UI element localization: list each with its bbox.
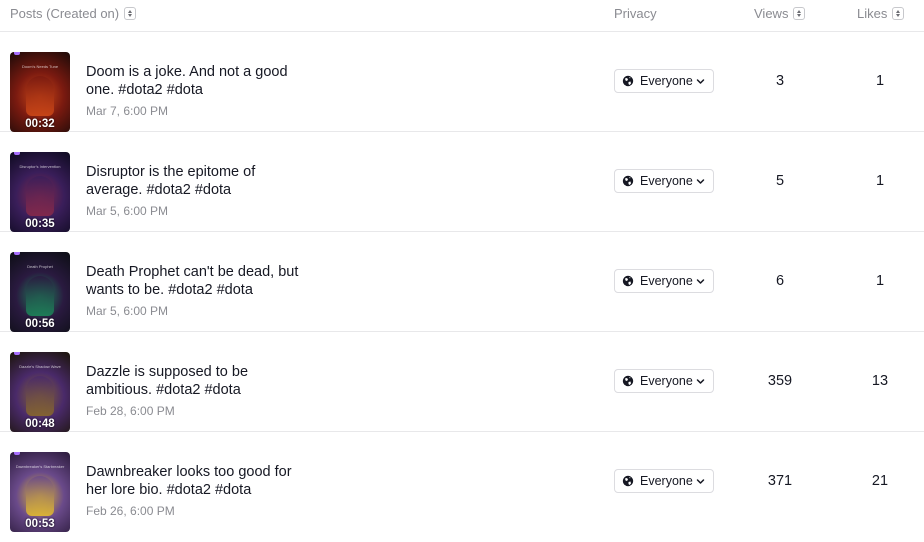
thumbnail-figure: [26, 176, 54, 216]
thumbnail-figure: [26, 276, 54, 316]
post-date: Mar 5, 6:00 PM: [86, 204, 169, 218]
views-column-header[interactable]: Views: [754, 6, 806, 21]
privacy-dropdown[interactable]: Everyone: [614, 269, 714, 293]
pin-marker: [14, 52, 20, 55]
privacy-dropdown[interactable]: Everyone: [614, 169, 714, 193]
thumbnail-caption: Dawnbreaker's Starbreaker: [15, 464, 65, 469]
likes-count: 1: [875, 173, 885, 189]
chevron-down-icon: [696, 179, 705, 184]
thumbnail-figure: [26, 376, 54, 416]
table-row[interactable]: Dazzle's Shadow Wave 00:48 Dazzle is sup…: [0, 332, 924, 432]
posts-column-header[interactable]: Posts (Created on): [10, 6, 137, 21]
privacy-dropdown[interactable]: Everyone: [614, 369, 714, 393]
table-row[interactable]: Dawnbreaker's Starbreaker 00:53 Dawnbrea…: [0, 432, 924, 532]
views-count: 5: [775, 173, 785, 189]
table-row[interactable]: Death Prophet 00:56 Death Prophet can't …: [0, 232, 924, 332]
chevron-down-icon: [696, 379, 705, 384]
table-header: Posts (Created on) Privacy Views Likes: [0, 0, 924, 32]
chevron-down-icon: [696, 279, 705, 284]
post-title[interactable]: Disruptor is the epitome of average. #do…: [86, 163, 306, 199]
privacy-label: Everyone: [640, 174, 693, 188]
video-thumbnail[interactable]: Death Prophet 00:56: [10, 252, 70, 332]
likes-column-label: Likes: [857, 6, 888, 21]
post-date: Mar 7, 6:00 PM: [86, 104, 169, 118]
views-count: 371: [767, 473, 793, 489]
likes-count: 13: [871, 373, 889, 389]
table-row[interactable]: Doom's Needs Tune 00:32 Doom is a joke. …: [0, 32, 924, 132]
thumbnail-caption: Disruptor's Intervention: [19, 164, 61, 169]
post-date: Mar 5, 6:00 PM: [86, 304, 169, 318]
likes-column-header[interactable]: Likes: [857, 6, 905, 21]
privacy-dropdown[interactable]: Everyone: [614, 469, 714, 493]
video-duration: 00:35: [25, 218, 55, 230]
globe-icon: [622, 375, 634, 387]
privacy-label: Everyone: [640, 374, 693, 388]
chevron-down-icon: [696, 79, 705, 84]
privacy-column-header: Privacy: [614, 6, 657, 21]
video-duration: 00:56: [25, 318, 55, 330]
privacy-label: Everyone: [640, 74, 693, 88]
views-count: 3: [775, 73, 785, 89]
post-date: Feb 26, 6:00 PM: [86, 504, 175, 518]
video-thumbnail[interactable]: Dazzle's Shadow Wave 00:48: [10, 352, 70, 432]
post-title[interactable]: Doom is a joke. And not a good one. #dot…: [86, 63, 306, 99]
chevron-down-icon: [696, 479, 705, 484]
privacy-label: Everyone: [640, 474, 693, 488]
pin-marker: [14, 352, 20, 355]
globe-icon: [622, 75, 634, 87]
globe-icon: [622, 175, 634, 187]
posts-column-label: Posts (Created on): [10, 6, 120, 21]
sort-icon[interactable]: [124, 7, 137, 20]
pin-marker: [14, 452, 20, 455]
video-duration: 00:53: [25, 518, 55, 530]
video-thumbnail[interactable]: Dawnbreaker's Starbreaker 00:53: [10, 452, 70, 532]
pin-marker: [14, 252, 20, 255]
privacy-label: Everyone: [640, 274, 693, 288]
posts-table-body: Doom's Needs Tune 00:32 Doom is a joke. …: [0, 32, 924, 532]
likes-count: 21: [871, 473, 889, 489]
video-thumbnail[interactable]: Disruptor's Intervention 00:35: [10, 152, 70, 232]
thumbnail-figure: [26, 76, 54, 116]
post-title[interactable]: Dazzle is supposed to be ambitious. #dot…: [86, 363, 306, 399]
video-thumbnail[interactable]: Doom's Needs Tune 00:32: [10, 52, 70, 132]
privacy-dropdown[interactable]: Everyone: [614, 69, 714, 93]
likes-count: 1: [875, 73, 885, 89]
post-date: Feb 28, 6:00 PM: [86, 404, 175, 418]
privacy-column-label: Privacy: [614, 6, 657, 21]
thumbnail-caption: Doom's Needs Tune: [21, 64, 59, 69]
views-count: 6: [775, 273, 785, 289]
video-duration: 00:48: [25, 418, 55, 430]
table-row[interactable]: Disruptor's Intervention 00:35 Disruptor…: [0, 132, 924, 232]
likes-count: 1: [875, 273, 885, 289]
globe-icon: [622, 475, 634, 487]
sort-icon[interactable]: [892, 7, 905, 20]
pin-marker: [14, 152, 20, 155]
views-count: 359: [767, 373, 793, 389]
globe-icon: [622, 275, 634, 287]
views-column-label: Views: [754, 6, 789, 21]
post-title[interactable]: Dawnbreaker looks too good for her lore …: [86, 463, 306, 499]
sort-icon[interactable]: [793, 7, 806, 20]
thumbnail-caption: Dazzle's Shadow Wave: [19, 364, 61, 369]
post-title[interactable]: Death Prophet can't be dead, but wants t…: [86, 263, 306, 299]
thumbnail-figure: [26, 476, 54, 516]
thumbnail-caption: Death Prophet: [27, 264, 53, 269]
video-duration: 00:32: [25, 118, 55, 130]
